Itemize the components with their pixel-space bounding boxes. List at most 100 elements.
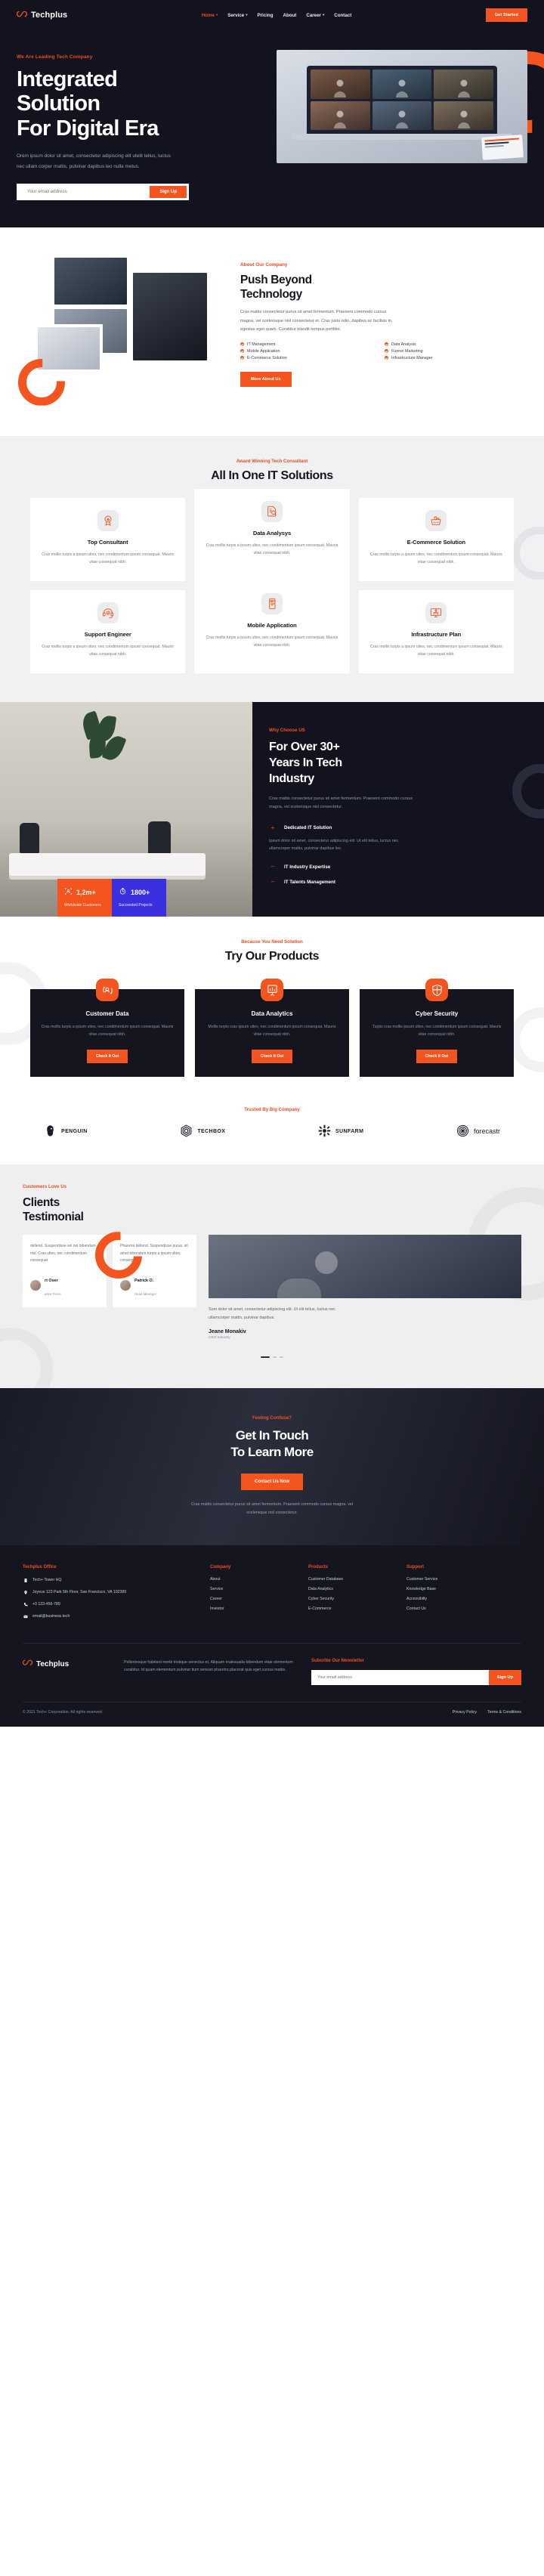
- hero-content: We Are Leading Tech Company Integrated S…: [17, 44, 266, 200]
- succeeded-projects-icon: [119, 886, 127, 899]
- contact-us-now-button[interactable]: Contact Us Now: [240, 1474, 303, 1491]
- footer-link-accessibility[interactable]: Accessibilty: [406, 1597, 491, 1601]
- why-paragraph: Cras mattis consectetur purus sit amet f…: [269, 796, 413, 809]
- carousel-dots[interactable]: [23, 1356, 521, 1358]
- shield-icon: [425, 979, 448, 1002]
- services-card-grid: Top Consultant Cras mollis turpis a ipsu…: [30, 488, 514, 674]
- footer-office-line: email@business.tech: [23, 1613, 196, 1620]
- cta-title: Get In Touch To Learn More: [30, 1427, 514, 1461]
- testimonial-card-role: Head Menager: [134, 1291, 157, 1296]
- stat-succeeded-projects: 1800+ Succeeded Projects: [112, 878, 166, 917]
- feature-item: Data Analysis: [385, 342, 521, 347]
- footer-brand-name: Techplus: [36, 1660, 70, 1669]
- carousel-dot[interactable]: [280, 1356, 283, 1358]
- get-started-button[interactable]: Get Started: [485, 8, 527, 22]
- accordion-item-dedicated-it-solution[interactable]: + Dedicated IT Solution Ipsum dolor sit …: [269, 822, 524, 858]
- footer-column-heading: Products: [308, 1565, 329, 1570]
- service-card-infrastructure-plan[interactable]: Infrastructure Plan Cras mollis turpis a…: [358, 589, 514, 674]
- about-title: Push Beyond Technology: [240, 273, 521, 302]
- about-paragraph: Cras mattis consectetur purus sit amet f…: [240, 310, 393, 332]
- footer-office-heading: Techplus Office: [23, 1565, 57, 1570]
- footer-link-contact-us[interactable]: Contact Us: [406, 1607, 491, 1611]
- hero-email-input[interactable]: [27, 189, 150, 195]
- carousel-dot-active[interactable]: [261, 1356, 270, 1358]
- nav-item-home[interactable]: Home ▾: [202, 13, 218, 18]
- service-card-top-consultant[interactable]: Top Consultant Cras mollis turpis a ipsu…: [30, 497, 186, 581]
- service-card-title: Top Consultant: [87, 538, 128, 546]
- check-it-out-button[interactable]: Check It Out: [251, 1049, 293, 1063]
- service-card-text: Cras mollis turpis a ipsum ultes, nec co…: [42, 644, 175, 657]
- why-eyebrow: Why Choose US: [269, 728, 305, 734]
- bar-chart-board-icon: [261, 979, 283, 1002]
- footer-column-products: Products Customer Database Data Analytic…: [308, 1565, 393, 1625]
- footer-office-text: Joyeux 123 Park 5th Floor, San Francisco…: [32, 1590, 127, 1595]
- product-card-text: Cras mollis turpis a ipsum ultes, nec co…: [41, 1025, 174, 1038]
- service-card-support-engineer[interactable]: Support Engineer Cras mollis turpis a ip…: [30, 589, 186, 674]
- footer-brand-logo[interactable]: Techplus: [22, 1659, 110, 1671]
- footer-link-terms[interactable]: Terms & Conditions: [487, 1710, 521, 1715]
- nav-item-label: Career: [306, 12, 321, 18]
- feature-item: IT Management: [240, 342, 377, 347]
- testimonial-title-line1: Clients: [23, 1195, 60, 1209]
- service-card-title: Support Engineer: [84, 630, 131, 638]
- brand-name: Techplus: [31, 11, 68, 20]
- footer-link-customer-database[interactable]: Customer Database: [308, 1577, 393, 1582]
- footer-link-about[interactable]: About: [210, 1577, 295, 1582]
- nav-item-about[interactable]: About: [283, 13, 296, 18]
- feature-item: Mobile Application: [240, 349, 377, 354]
- about-photo-3: [35, 323, 103, 373]
- accordion-item-it-industry-expertise[interactable]: – IT Industry Expertise: [269, 861, 524, 873]
- about-title-line1: Push Beyond: [240, 273, 312, 286]
- service-card-data-analysys[interactable]: Data Analysys Cras mollis turpis a ipsum…: [194, 488, 350, 581]
- check-circle-icon: [240, 349, 244, 354]
- accordion-item-it-talents-management[interactable]: – IT Talents Management: [269, 876, 524, 888]
- carousel-dot[interactable]: [273, 1356, 277, 1358]
- footer-link-service[interactable]: Service: [210, 1587, 295, 1591]
- check-it-out-button[interactable]: Check It Out: [86, 1049, 128, 1063]
- footer-link-privacy-policy[interactable]: Privacy Policy: [453, 1710, 477, 1715]
- newsletter-email-input[interactable]: [311, 1669, 489, 1685]
- footer-office-text: email@business.tech: [32, 1614, 70, 1619]
- brand-logo[interactable]: Techplus: [17, 10, 67, 20]
- chevron-down-icon: ▾: [215, 13, 218, 17]
- brands-eyebrow: Trusted By Big Company: [244, 1106, 300, 1112]
- footer-link-ecommerce[interactable]: E-Commerce: [308, 1607, 393, 1611]
- testimonial-eyebrow: Customers Love Us: [23, 1183, 67, 1189]
- newsletter-signup-button[interactable]: Sign Up: [488, 1669, 521, 1685]
- footer-link-career[interactable]: Career: [210, 1597, 295, 1601]
- penguin-logo-icon: [44, 1124, 57, 1139]
- mobile-phone-icon: [261, 592, 283, 614]
- stat-value: 1,2m+: [76, 888, 96, 896]
- check-circle-icon: [240, 356, 244, 360]
- testimonial-title: Clients Testimonial: [23, 1195, 136, 1225]
- why-title-line1: For Over 30+: [269, 741, 340, 754]
- hero-signup-button[interactable]: Sign Up: [150, 185, 187, 198]
- check-it-out-button[interactable]: Check It Out: [416, 1049, 458, 1063]
- accordion-title: IT Industry Expertise: [284, 864, 331, 870]
- nav-item-career[interactable]: Career ▾: [306, 13, 324, 18]
- accordion-title: Dedicated IT Solution: [284, 825, 332, 831]
- minus-icon: –: [270, 878, 275, 886]
- page-root: Techplus Home ▾ Service ▾ Pricing About Ca…: [0, 0, 544, 1727]
- footer-link-knowledge-base[interactable]: Knowledge Base: [406, 1587, 491, 1591]
- product-card-customer-data[interactable]: Customer Data Cras mollis turpis a ipsum…: [30, 979, 184, 1077]
- testimonial-card[interactable]: dellend. Suspendisse vel nel bibendum ni…: [23, 1235, 107, 1307]
- why-choose-us-section: 1,2m+ Worldwide Customers 1800+ Succeede…: [0, 702, 544, 917]
- nav-item-pricing[interactable]: Pricing: [258, 13, 274, 18]
- product-card-data-analytics[interactable]: Data Analytics Mollis turpis cras ipsum …: [195, 979, 349, 1077]
- nav-item-service[interactable]: Service ▾: [227, 13, 247, 18]
- service-card-ecommerce-solution[interactable]: E-Commerce Solution Cras mollis turpis a…: [358, 497, 514, 581]
- footer-link-cyber-security[interactable]: Cyber Security: [308, 1597, 393, 1601]
- more-about-us-button[interactable]: More About Us: [240, 371, 292, 387]
- footer-link-data-analytics[interactable]: Data Analytics: [308, 1587, 393, 1591]
- product-card-cyber-security[interactable]: Cyber Security Turpis cras mollis ipsum …: [360, 979, 514, 1077]
- hero-title-line3: For Digital Era: [17, 116, 159, 141]
- footer-office-line: Joyeux 123 Park 5th Floor, San Francisco…: [23, 1589, 196, 1596]
- spiral-logo-icon: [456, 1124, 469, 1139]
- product-card-text: Mollis turpis cras ipsum ultes, nec cond…: [208, 1025, 336, 1038]
- footer-link-investor[interactable]: Investor: [210, 1607, 295, 1611]
- service-card-mobile-application[interactable]: Mobile Application Cras mollis turpis a …: [194, 580, 350, 674]
- service-card-text: Cras mollis turpis a ipsum ultes, nec co…: [206, 543, 338, 555]
- nav-item-contact[interactable]: Contact: [334, 13, 351, 18]
- footer-link-customer-service[interactable]: Customer Service: [406, 1577, 491, 1582]
